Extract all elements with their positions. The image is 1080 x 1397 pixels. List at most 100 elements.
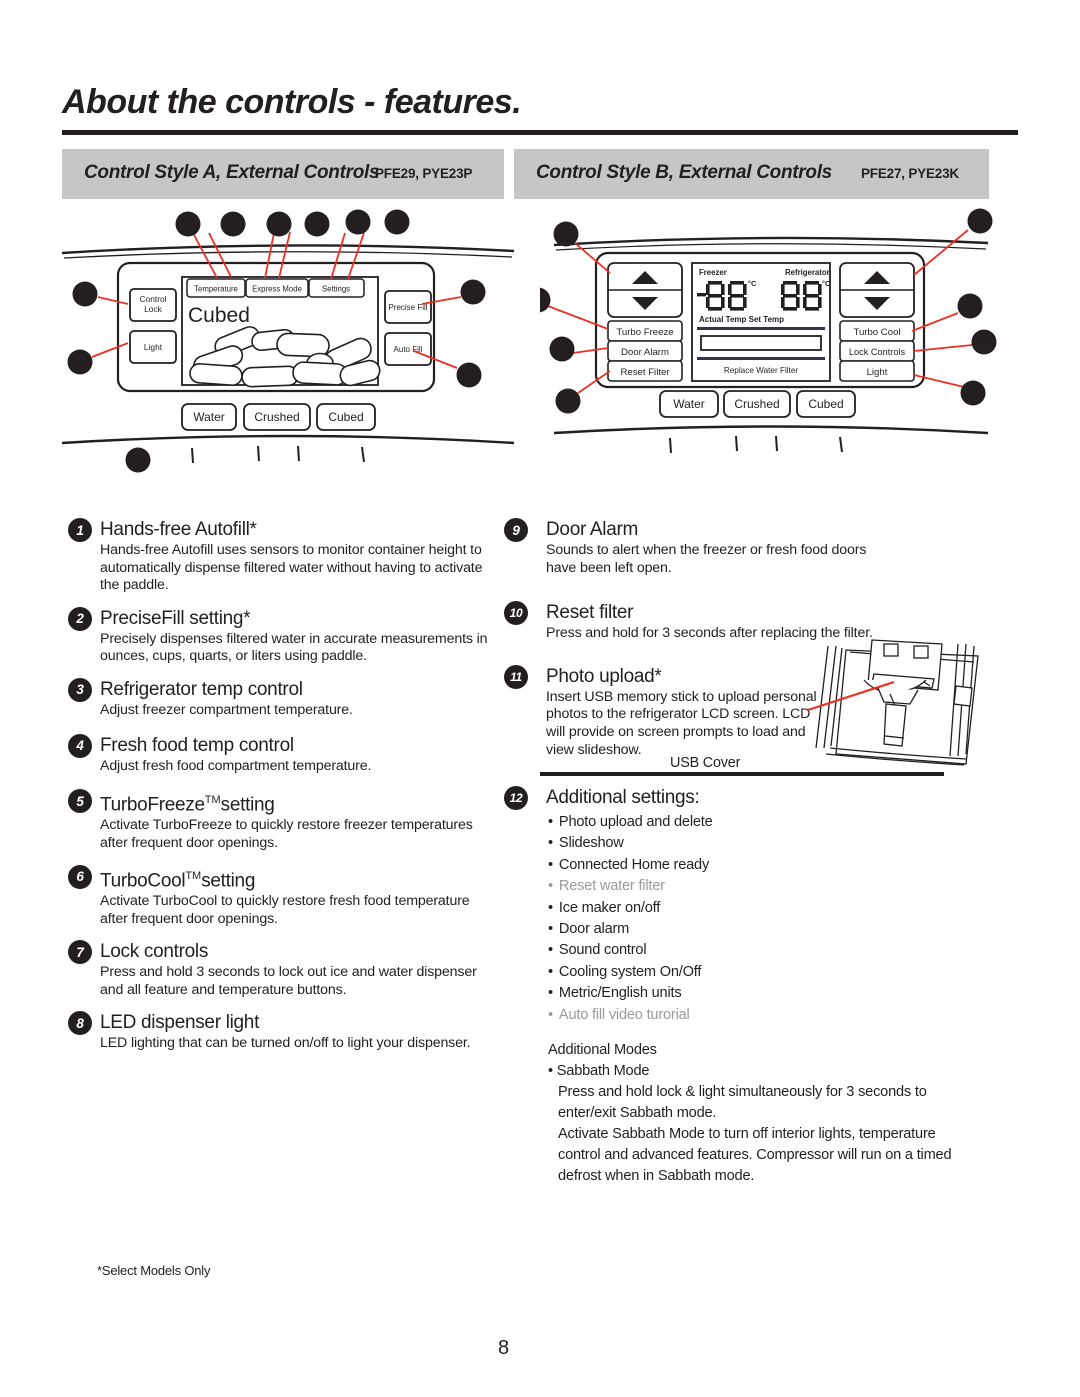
- additional-settings-divider: [540, 772, 944, 776]
- dispenser-water-b: Water: [673, 397, 705, 411]
- callout-1-a: 1: [465, 368, 472, 383]
- feature-7: 7 Lock controls Press and hold 3 seconds…: [68, 940, 488, 999]
- callout-6-a: 6: [313, 217, 321, 232]
- callout-9-b: 9: [558, 342, 566, 357]
- feature-5-title: TurboFreezeTMsetting: [68, 789, 488, 817]
- reset-filter-button: Reset Filter: [620, 367, 670, 378]
- feature-5-body: Activate TurboFreeze to quickly restore …: [100, 817, 473, 852]
- feature-3-body: Adjust freezer compartment temperature.: [100, 701, 353, 718]
- feature-7-title: Lock controls: [100, 941, 209, 963]
- callout-4-a: 4: [228, 217, 237, 232]
- control-lock-label-line2: Lock: [144, 304, 163, 314]
- control-panel-b-diagram: Turbo Freeze Door Alarm Reset Filter Fre…: [540, 205, 1000, 455]
- lcd-tab-settings: Settings: [322, 285, 350, 294]
- feature-3-badge: 3: [68, 677, 92, 702]
- additional-setting-item: Ice maker on/off: [548, 898, 952, 919]
- additional-settings-list: Photo upload and deleteSlideshowConnecte…: [502, 812, 952, 1026]
- feature-1-badge: 1: [68, 518, 92, 542]
- callout-3-b: 3: [562, 227, 570, 242]
- feature-8: 8 LED dispenser light LED lighting that …: [68, 1011, 488, 1053]
- feature-3-title: Refrigerator temp control: [100, 678, 303, 700]
- lcd-tab-temperature: Temperature: [194, 285, 238, 294]
- feature-8-body: LED lighting that can be turned on/off t…: [100, 1035, 471, 1052]
- refrigerator-label: Refrigerator: [785, 268, 830, 277]
- dispenser-cubed-b: Cubed: [808, 397, 843, 411]
- feature-1-title: Hands-free Autofill*: [100, 519, 257, 540]
- additional-modes-heading: Additional Modes: [548, 1042, 657, 1059]
- feature-4: 4 Fresh food temp control Adjust fresh f…: [68, 733, 488, 776]
- section-a-label: Control Style A, External Controls: [84, 162, 380, 183]
- feature-4-title: Fresh food temp control: [100, 734, 294, 756]
- section-header-style-b: Control Style B, External Controls PFE27…: [514, 149, 989, 199]
- feature-9-badge: 9: [504, 518, 528, 542]
- feature-10-title: Reset filter: [546, 602, 634, 624]
- callout-10-b: 10: [562, 397, 575, 409]
- callout-12-a: 12: [352, 218, 365, 230]
- callout-8-b: 8: [969, 386, 977, 401]
- feature-7-badge: 7: [68, 940, 92, 965]
- additional-setting-item: Connected Home ready: [548, 855, 952, 876]
- feature-5-badge: 5: [68, 789, 92, 814]
- additional-setting-item: Slideshow: [548, 833, 952, 854]
- feature-5-title-pre: TurboFreeze: [100, 794, 205, 816]
- light-button-label-a: Light: [144, 342, 163, 352]
- callout-6-b: 6: [966, 299, 974, 314]
- additional-setting-item: Auto fill video turorial: [548, 1005, 952, 1026]
- feature-11-badge: 11: [504, 664, 528, 689]
- section-header-style-a: Control Style A, External Controls PFE29…: [62, 149, 504, 199]
- feature-2: 2 PreciseFill setting* Precisely dispens…: [68, 606, 488, 666]
- feature-6-tm: TM: [185, 869, 202, 882]
- feature-3: 3 Refrigerator temp control Adjust freez…: [68, 677, 488, 720]
- feature-5: 5 TurboFreezeTMsetting Activate TurboFre…: [68, 789, 488, 853]
- dispenser-cubed-a: Cubed: [328, 410, 363, 424]
- feature-9-title: Door Alarm: [546, 519, 639, 540]
- feature-6-title-post: setting: [201, 870, 256, 891]
- section-a-models: PFE29, PYE23P: [375, 166, 473, 181]
- temp-caption: Actual Temp Set Temp: [699, 315, 784, 324]
- feature-5-tm: TM: [204, 794, 221, 807]
- additional-setting-item: Photo upload and delete: [548, 812, 952, 833]
- lcd-mode-title: Cubed: [188, 304, 250, 327]
- page-number: 8: [498, 1337, 510, 1359]
- additional-setting-item: Sound control: [548, 940, 952, 961]
- control-panel-a-diagram: Control Lock Light Temperature Express M…: [62, 205, 514, 475]
- precise-fill-label: Precise Fill: [388, 303, 427, 312]
- additional-setting-item: Door alarm: [548, 919, 952, 940]
- feature-12-title: Additional settings:: [546, 787, 700, 808]
- callout-5-a: 5: [275, 217, 283, 232]
- feature-12-badge: 12: [504, 786, 528, 810]
- freezer-label: Freezer: [699, 268, 727, 277]
- sabbath-mode-body-2: Activate Sabbath Mode to turn off interi…: [558, 1126, 952, 1185]
- feature-5-title-post: setting: [220, 794, 275, 816]
- callout-7-b: 7: [980, 335, 988, 350]
- usb-cover-caption: USB Cover: [670, 755, 741, 771]
- turbo-cool-button: Turbo Cool: [853, 327, 900, 338]
- feature-6-title: TurboCoolTMsetting: [68, 865, 488, 893]
- sabbath-mode-title: • Sabbath Mode: [548, 1063, 650, 1080]
- lock-controls-button: Lock Controls: [849, 347, 906, 357]
- section-b-models: PFE27, PYE23K: [861, 166, 959, 181]
- door-alarm-button: Door Alarm: [621, 347, 669, 358]
- replace-water-filter-caption: Replace Water Filter: [724, 366, 799, 375]
- feature-9-body: Sounds to alert when the freezer or fres…: [546, 542, 867, 576]
- callout-8-a: 8: [76, 355, 84, 370]
- feature-2-body: Precisely dispenses filtered water in ac…: [100, 630, 488, 665]
- feature-list-left: 1 Hands-free Autofill* Hands-free Autofi…: [68, 518, 488, 1055]
- feature-11-body: Insert USB memory stick to upload person…: [546, 688, 817, 758]
- feature-7-body: Press and hold 3 seconds to lock out ice…: [100, 964, 477, 998]
- title-divider: [62, 130, 1018, 135]
- additional-setting-item: Reset water filter: [548, 876, 952, 897]
- feature-6-body: Activate TurboCool to quickly restore fr…: [100, 893, 470, 927]
- usb-cover-illustration: [806, 636, 986, 766]
- additional-setting-item: Cooling system On/Off: [548, 962, 952, 983]
- manual-page: About the controls - features. Control S…: [0, 0, 1080, 1397]
- lcd-tab-express-mode: Express Mode: [252, 285, 302, 294]
- feature-6: 6 TurboCoolTMsetting Activate TurboCool …: [68, 864, 488, 929]
- sabbath-mode-body-1: Press and hold lock & light simultaneous…: [558, 1084, 927, 1122]
- feature-10-badge: 10: [504, 601, 528, 626]
- callout-7-a: 7: [81, 287, 89, 302]
- turbo-freeze-button: Turbo Freeze: [616, 327, 673, 338]
- feature-9: 9 Door Alarm Sounds to alert when the fr…: [502, 518, 952, 577]
- dispenser-water-a: Water: [193, 410, 225, 424]
- callout-4-b: 4: [975, 214, 984, 229]
